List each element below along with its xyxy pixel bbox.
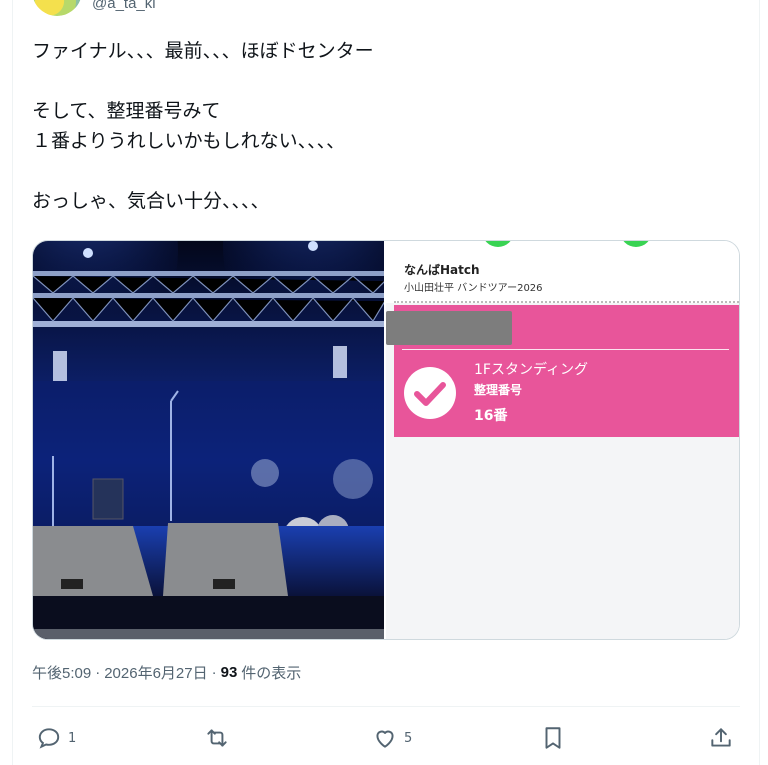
tweet-text: ファイナル、、、最前、、、ほぼドセンター そして、整理番号みて １番よりうれしい… [32,36,732,216]
bookmark-icon [545,727,561,749]
tweet-line: ファイナル、、、最前、、、ほぼドセンター [32,40,374,62]
tour-name: 小山田壮平 バンドツアー2026 [404,283,543,294]
like-button[interactable]: 5 [372,718,412,758]
tweet-line: おっしゃ、気合い十分、、、、 [32,190,270,212]
share-button[interactable] [708,718,734,758]
divider [402,349,729,350]
author-handle[interactable]: @a_ta_ki [92,0,156,12]
stage-photo[interactable] [33,241,384,639]
check-icon [404,367,456,419]
tweet-time[interactable]: 午後5:09 [32,662,91,683]
stage-illustration [33,241,384,639]
divider [394,301,739,303]
bookmark-button[interactable] [540,718,566,758]
view-count: 93 [220,664,238,681]
view-label: 件の表示 [241,665,302,682]
media-grid: なんばHatch 小山田壮平 バンドツアー2026 1Fスタンディング 整理番号… [32,240,740,640]
reply-count: 1 [68,730,77,746]
retweet-icon [207,729,227,747]
ticket-panel: 1Fスタンディング 整理番号 16番 [386,305,739,437]
separator: · [211,664,217,681]
tweet-line: １番よりうれしいかもしれない、、、、 [32,130,346,152]
redacted-block [386,311,512,345]
area-label: 1Fスタンディング [474,362,588,378]
ticket-number: 16番 [474,408,508,424]
separator: · [95,664,101,681]
avatar[interactable] [32,0,82,16]
action-bar: 1 5 [32,718,740,758]
venue-name: なんばHatch [404,263,480,277]
reply-button[interactable]: 1 [36,718,76,758]
heart-icon [376,730,394,748]
number-label: 整理番号 [474,383,523,397]
author-row: @a_ta_ki [32,0,156,16]
tweet-meta: 午後5:09 · 2026年6月27日 · 93 件の表示 [32,662,301,683]
reply-icon [38,728,60,749]
tweet-line: そして、整理番号みて [32,100,221,122]
ticket-screenshot[interactable]: なんばHatch 小山田壮平 バンドツアー2026 1Fスタンディング 整理番号… [386,241,739,639]
like-count: 5 [404,730,413,746]
action-divider [32,706,740,707]
tweet-date[interactable]: 2026年6月27日 [104,662,207,683]
share-icon [711,728,731,747]
retweet-button[interactable] [204,718,236,758]
